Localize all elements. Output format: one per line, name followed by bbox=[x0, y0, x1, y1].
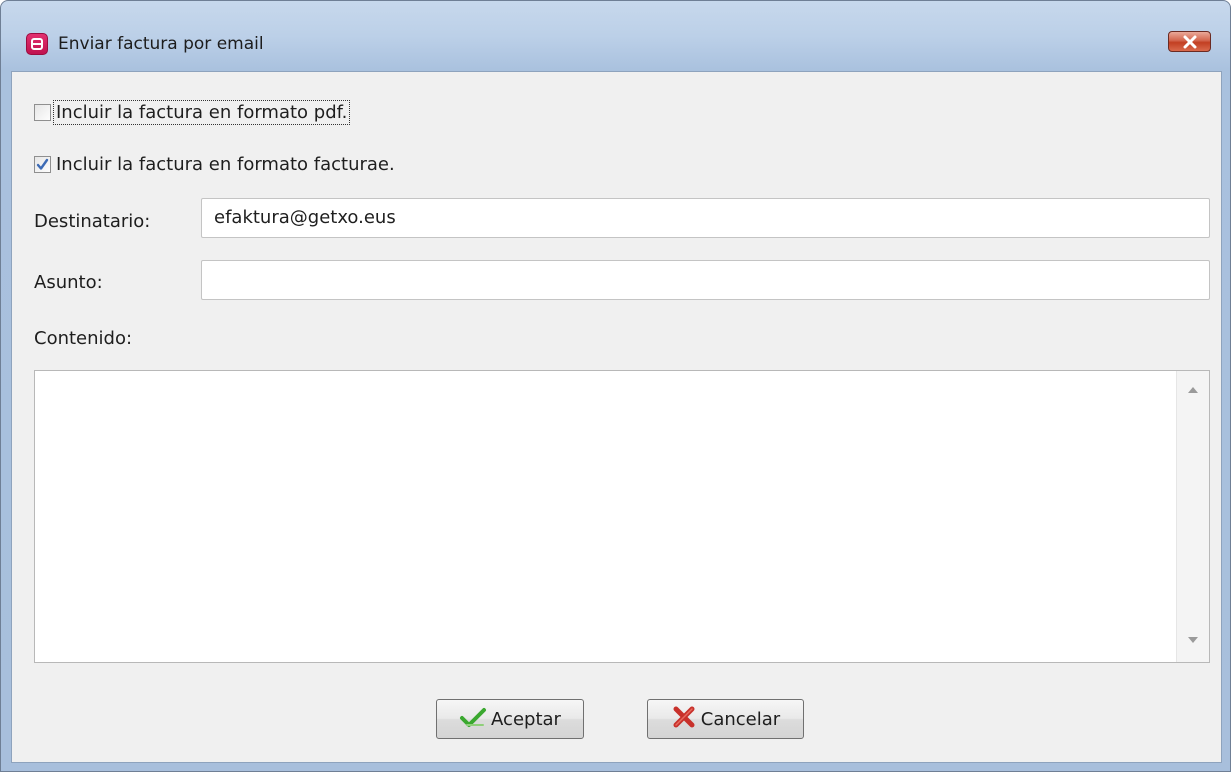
app-logo-icon bbox=[26, 33, 48, 55]
include-pdf-label[interactable]: Incluir la factura en formato pdf. bbox=[52, 99, 351, 125]
scroll-up-icon bbox=[1188, 387, 1198, 393]
subject-input[interactable] bbox=[201, 260, 1210, 300]
include-facturae-label[interactable]: Incluir la factura en formato facturae. bbox=[54, 153, 397, 176]
window-title: Enviar factura por email bbox=[58, 34, 264, 54]
include-facturae-checkbox[interactable] bbox=[34, 155, 51, 173]
include-facturae-option[interactable]: Incluir la factura en formato facturae. bbox=[34, 149, 397, 179]
close-button[interactable] bbox=[1168, 31, 1211, 52]
recipient-input[interactable]: efaktura@getxo.eus bbox=[201, 198, 1210, 238]
cancel-x-icon bbox=[671, 705, 697, 734]
close-icon bbox=[1183, 35, 1197, 49]
accept-button[interactable]: Aceptar bbox=[436, 699, 584, 739]
content-text[interactable] bbox=[35, 371, 1176, 662]
content-textarea[interactable] bbox=[34, 370, 1210, 663]
content-label: Contenido: bbox=[34, 328, 133, 349]
scroll-down-button[interactable] bbox=[1177, 628, 1209, 656]
scroll-down-icon bbox=[1188, 637, 1198, 643]
recipient-label: Destinatario: bbox=[34, 211, 151, 232]
include-pdf-option[interactable]: Incluir la factura en formato pdf. bbox=[34, 97, 351, 127]
accept-label: Aceptar bbox=[491, 708, 561, 730]
title-bar[interactable]: Enviar factura por email bbox=[1, 1, 1230, 71]
cancel-label: Cancelar bbox=[700, 708, 781, 730]
checkmark-icon bbox=[36, 158, 49, 170]
checkmark-icon bbox=[459, 705, 487, 734]
content-scrollbar[interactable] bbox=[1176, 371, 1209, 662]
subject-label: Asunto: bbox=[34, 272, 103, 293]
include-pdf-checkbox[interactable] bbox=[34, 103, 51, 121]
dialog-window: Enviar factura por email Incluir la fact… bbox=[0, 0, 1231, 772]
cancel-button[interactable]: Cancelar bbox=[647, 699, 804, 739]
scroll-up-button[interactable] bbox=[1177, 377, 1209, 405]
dialog-body: Incluir la factura en formato pdf. Inclu… bbox=[11, 71, 1222, 763]
